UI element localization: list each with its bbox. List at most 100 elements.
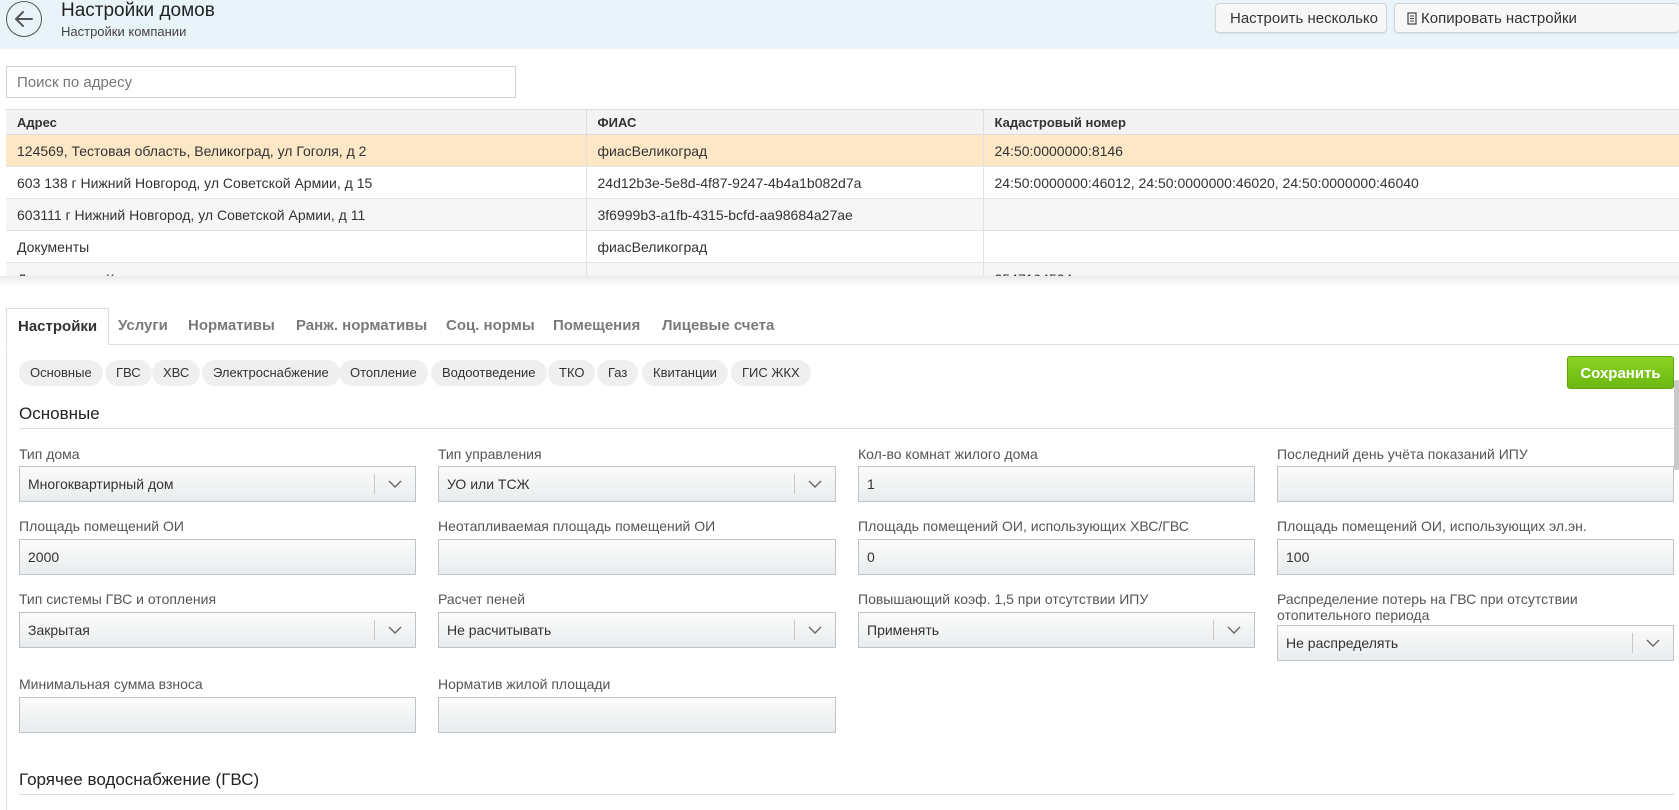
cell-fias xyxy=(586,262,984,277)
houses-table: Адрес ФИАС Кадастровый номер 124569, Тес… xyxy=(6,109,1679,277)
cell-address: Документы xyxy=(6,230,587,263)
penalty-calc-select[interactable]: Не расчитывать xyxy=(438,612,836,648)
chip-gis-zhkh[interactable]: ГИС ЖКХ xyxy=(731,360,811,386)
table-row[interactable]: 124569, Тестовая область, Великоград, ул… xyxy=(6,134,1679,167)
tab-premises[interactable]: Помещения xyxy=(553,308,640,344)
field-label: Площадь помещений ОИ, использующих эл.эн… xyxy=(1277,518,1587,534)
tab-bar: Настройки Услуги Нормативы Ранж. нормати… xyxy=(6,308,1679,345)
table-row[interactable]: Документы, г Красноярск 2547104524 xyxy=(6,262,1679,277)
tab-social-norms[interactable]: Соц. нормы xyxy=(446,308,535,344)
configure-many-label: Настроить несколько xyxy=(1230,9,1378,27)
cell-fias: 3f6999b3-a1fb-4315-bcfd-aa98684a27ae xyxy=(586,198,984,231)
section-title-main: Основные xyxy=(19,404,100,423)
water-area-input[interactable]: 0 xyxy=(858,539,1255,575)
cell-address: 124569, Тестовая область, Великоград, ул… xyxy=(6,134,587,167)
field-label: Тип системы ГВС и отопления xyxy=(19,591,217,607)
field-label: Минимальная сумма взноса xyxy=(19,676,203,692)
electric-area-input[interactable]: 100 xyxy=(1277,539,1674,575)
field-label: Неотапливаемая площадь помещений ОИ xyxy=(438,518,716,534)
management-type-select[interactable]: УО или ТСЖ xyxy=(438,466,836,502)
unheated-area-input[interactable] xyxy=(438,539,836,575)
chip-electricity[interactable]: Электроснабжение xyxy=(202,360,340,386)
chip-waste[interactable]: ТКО xyxy=(548,360,596,386)
chip-gas[interactable]: Газ xyxy=(597,360,639,386)
field-label: Площадь помещений ОИ xyxy=(19,518,184,534)
field-label: Повышающий коэф. 1,5 при отсутствии ИПУ xyxy=(858,591,1149,607)
tab-settings[interactable]: Настройки xyxy=(6,308,110,345)
cell-cadastral: 24:50:0000000:8146 xyxy=(983,134,1679,167)
living-area-norm-input[interactable] xyxy=(438,697,836,733)
field-label: Тип дома xyxy=(19,446,80,462)
copy-settings-label: Копировать настройки xyxy=(1421,9,1577,27)
chevron-down-icon xyxy=(374,474,415,494)
cell-cadastral xyxy=(983,230,1679,263)
field-label: Тип управления xyxy=(438,446,542,462)
table-row[interactable]: 603111 г Нижний Новгород, ул Советской А… xyxy=(6,198,1679,231)
rooms-count-input[interactable]: 1 xyxy=(858,466,1255,502)
loss-distribution-select[interactable]: Не распределять xyxy=(1277,625,1674,661)
field-label: Кол-во комнат жилого дома xyxy=(858,446,1038,462)
house-type-select[interactable]: Многоквартирный дом xyxy=(19,466,416,502)
section-divider xyxy=(19,794,1674,795)
cell-address: Документы, г Красноярск xyxy=(6,262,587,277)
section-divider xyxy=(19,428,1674,429)
chip-main[interactable]: Основные xyxy=(19,360,103,386)
cell-address: 603 138 г Нижний Новгород, ул Советской … xyxy=(6,166,587,199)
table-header-row: Адрес ФИАС Кадастровый номер xyxy=(6,110,1679,135)
chevron-down-icon xyxy=(794,620,835,640)
field-label: Норматив жилой площади xyxy=(438,676,611,692)
management-type-value: УО или ТСЖ xyxy=(447,476,530,492)
chevron-down-icon xyxy=(1213,620,1254,640)
field-label: Распределение потерь на ГВС при отсутств… xyxy=(1277,591,1578,623)
chevron-down-icon xyxy=(794,474,835,494)
table-row[interactable]: 603 138 г Нижний Новгород, ул Советской … xyxy=(6,166,1679,199)
column-header-fias[interactable]: ФИАС xyxy=(586,110,984,135)
field-label: Площадь помещений ОИ, использующих ХВС/Г… xyxy=(858,518,1189,534)
cell-fias: фиасВеликоград xyxy=(586,134,984,167)
tab-norms[interactable]: Нормативы xyxy=(188,308,275,344)
chevron-down-icon xyxy=(1632,633,1673,653)
table-divider xyxy=(0,276,1679,286)
cell-cadastral: 2547104524 xyxy=(983,262,1679,277)
column-header-address[interactable]: Адрес xyxy=(6,110,587,135)
section-title-hot-water: Горячее водоснабжение (ГВС) xyxy=(19,770,260,789)
penalty-calc-value: Не расчитывать xyxy=(447,622,552,638)
increase-coef-value: Применять xyxy=(867,622,940,638)
chevron-down-icon xyxy=(374,620,415,640)
common-area-input[interactable]: 2000 xyxy=(19,539,416,575)
back-button[interactable] xyxy=(6,1,42,37)
table-row[interactable]: Документы фиасВеликоград xyxy=(6,230,1679,263)
tab-services[interactable]: Услуги xyxy=(118,308,168,344)
page-title: Настройки домов xyxy=(61,0,215,21)
cell-fias: 24d12b3e-5e8d-4f87-9247-4b4a1b082d7a xyxy=(586,166,984,199)
chip-receipts[interactable]: Квитанции xyxy=(642,360,728,386)
copy-settings-button[interactable]: Копировать настройки xyxy=(1394,3,1679,33)
tab-personal-accounts[interactable]: Лицевые счета xyxy=(662,308,774,344)
column-header-cadastral[interactable]: Кадастровый номер xyxy=(983,110,1679,135)
tab-ranged-norms[interactable]: Ранж. нормативы xyxy=(296,308,427,344)
field-label: Последний день учёта показаний ИПУ xyxy=(1277,446,1528,462)
save-button[interactable]: Сохранить xyxy=(1567,356,1674,389)
cell-cadastral: 24:50:0000000:46012, 24:50:0000000:46020… xyxy=(983,166,1679,199)
heating-system-value: Закрытая xyxy=(28,622,90,638)
min-contribution-input[interactable] xyxy=(19,697,416,733)
cell-fias: фиасВеликоград xyxy=(586,230,984,263)
document-icon xyxy=(1407,11,1417,25)
field-label: Расчет пеней xyxy=(438,591,526,607)
cell-cadastral xyxy=(983,198,1679,231)
last-ipu-day-input[interactable] xyxy=(1277,466,1674,502)
scrollbar[interactable] xyxy=(1674,380,1679,470)
page-header: Настройки домов Настройки компании Настр… xyxy=(0,0,1679,49)
chip-cold-water[interactable]: ХВС xyxy=(152,360,201,386)
house-type-value: Многоквартирный дом xyxy=(28,476,174,492)
configure-many-button[interactable]: Настроить несколько xyxy=(1215,3,1387,33)
address-search-input[interactable] xyxy=(6,66,516,98)
chip-hot-water[interactable]: ГВС xyxy=(105,360,152,386)
chip-heating[interactable]: Отопление xyxy=(339,360,428,386)
arrow-left-icon xyxy=(15,11,33,27)
cell-address: 603111 г Нижний Новгород, ул Советской А… xyxy=(6,198,587,231)
page-subtitle: Настройки компании xyxy=(61,24,187,39)
increase-coef-select[interactable]: Применять xyxy=(858,612,1255,648)
heating-system-select[interactable]: Закрытая xyxy=(19,612,416,648)
chip-drainage[interactable]: Водоотведение xyxy=(431,360,547,386)
